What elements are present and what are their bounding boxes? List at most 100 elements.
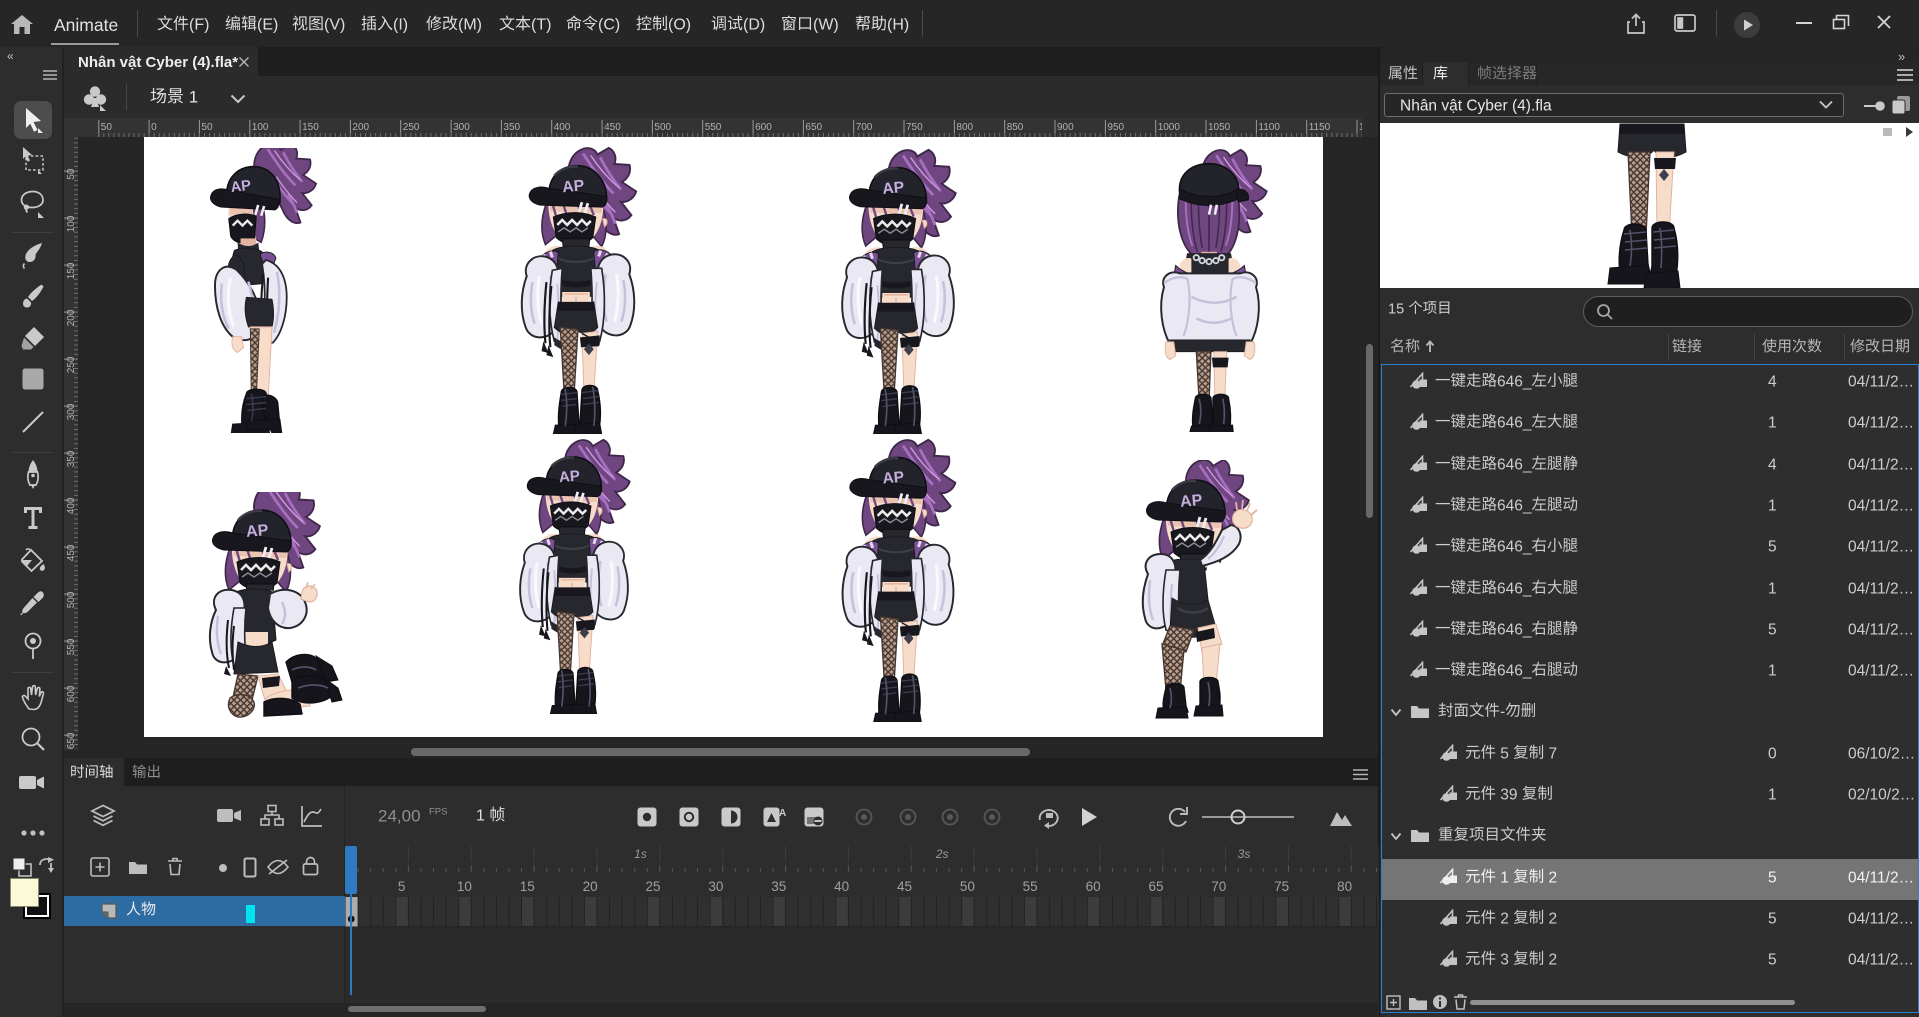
svg-text:3s: 3s <box>1237 847 1250 861</box>
svg-text:1000: 1000 <box>1158 122 1181 133</box>
svg-text:2: 2 <box>1496 910 1513 927</box>
svg-text:Nhân vật Cyber (4).fla: Nhân vật Cyber (4).fla <box>1400 97 1552 114</box>
svg-text:04/11/2…: 04/11/2… <box>1848 580 1914 597</box>
svg-text:1: 1 <box>1768 580 1777 597</box>
svg-text:646_: 646_ <box>1497 621 1532 638</box>
svg-text:646_: 646_ <box>1497 373 1532 390</box>
svg-text:1050: 1050 <box>1208 122 1231 133</box>
svg-text:646_: 646_ <box>1497 662 1532 679</box>
svg-text:(C): (C) <box>598 17 620 34</box>
svg-text:1: 1 <box>1496 869 1513 886</box>
svg-text:850: 850 <box>1007 122 1024 133</box>
svg-text:(M): (M) <box>458 17 482 34</box>
svg-text:600: 600 <box>755 122 772 133</box>
svg-text:(F): (F) <box>189 17 209 34</box>
svg-text:646_: 646_ <box>1497 415 1532 432</box>
svg-text:800: 800 <box>956 122 973 133</box>
svg-text:65: 65 <box>1148 879 1163 894</box>
svg-text:(H): (H) <box>887 17 909 34</box>
svg-text:646_: 646_ <box>1497 497 1532 514</box>
svg-text:0: 0 <box>151 122 157 133</box>
svg-text:1: 1 <box>1768 497 1777 514</box>
svg-text:1s: 1s <box>634 847 647 861</box>
svg-text:A: A <box>779 808 786 819</box>
svg-text:4: 4 <box>1768 373 1777 390</box>
svg-text:06/10/2…: 06/10/2… <box>1848 745 1915 762</box>
svg-text:(O): (O) <box>668 17 691 34</box>
svg-text:(W): (W) <box>813 17 839 34</box>
svg-text:700: 700 <box>856 122 873 133</box>
svg-text:350: 350 <box>503 122 520 133</box>
svg-text:200: 200 <box>352 122 369 133</box>
svg-text:750: 750 <box>906 122 923 133</box>
svg-text:02/10/2…: 02/10/2… <box>1848 786 1915 803</box>
svg-text:50: 50 <box>66 168 77 180</box>
svg-text:Nhân vật Cyber (4).fla*: Nhân vật Cyber (4).fla* <box>78 54 238 71</box>
svg-text:646_: 646_ <box>1497 538 1532 555</box>
svg-text:04/11/2…: 04/11/2… <box>1848 497 1914 514</box>
svg-text:1150: 1150 <box>1309 122 1331 133</box>
svg-text:10: 10 <box>456 879 471 894</box>
svg-text:04/11/2…: 04/11/2… <box>1848 869 1914 886</box>
svg-text:5: 5 <box>1768 910 1777 927</box>
svg-text:5: 5 <box>1768 869 1777 886</box>
svg-text:(E): (E) <box>257 17 278 34</box>
svg-text:450: 450 <box>604 122 621 133</box>
svg-text:1: 1 <box>1768 662 1777 679</box>
svg-text:04/11/2…: 04/11/2… <box>1848 415 1914 432</box>
svg-text:5: 5 <box>397 879 405 894</box>
svg-text:60: 60 <box>1085 879 1100 894</box>
svg-text:400: 400 <box>554 122 571 133</box>
svg-text:4: 4 <box>1768 456 1777 473</box>
svg-text:3: 3 <box>1496 951 1513 968</box>
svg-text:5: 5 <box>1768 538 1777 555</box>
svg-text:75: 75 <box>1274 879 1289 894</box>
svg-text:646_: 646_ <box>1497 580 1532 597</box>
svg-text:1100: 1100 <box>1258 122 1280 133</box>
svg-text:0: 0 <box>1768 745 1777 762</box>
svg-text:150: 150 <box>302 122 319 133</box>
svg-text:5: 5 <box>1768 621 1777 638</box>
svg-text:2: 2 <box>1544 910 1557 927</box>
svg-text:100: 100 <box>252 122 269 133</box>
svg-text:950: 950 <box>1107 122 1124 133</box>
svg-text:04/11/2…: 04/11/2… <box>1848 538 1914 555</box>
svg-text:550: 550 <box>705 122 722 133</box>
svg-text:04/11/2…: 04/11/2… <box>1848 951 1914 968</box>
svg-text:2s: 2s <box>934 847 948 861</box>
svg-text:70: 70 <box>1211 879 1226 894</box>
svg-text:50: 50 <box>959 879 974 894</box>
svg-text:(T): (T) <box>531 17 551 34</box>
svg-text:(D): (D) <box>743 17 765 34</box>
svg-text:Animate: Animate <box>54 15 118 35</box>
svg-text:1: 1 <box>1768 786 1777 803</box>
svg-text:35: 35 <box>771 879 786 894</box>
svg-text:04/11/2…: 04/11/2… <box>1848 910 1914 927</box>
svg-text:25: 25 <box>645 879 660 894</box>
svg-text:2: 2 <box>1544 951 1557 968</box>
svg-text:40: 40 <box>834 879 849 894</box>
svg-text:250: 250 <box>403 122 420 133</box>
svg-text:650: 650 <box>805 122 822 133</box>
svg-text:15: 15 <box>519 879 534 894</box>
svg-text:80: 80 <box>1337 879 1352 894</box>
svg-text:646_: 646_ <box>1497 456 1532 473</box>
svg-text:15: 15 <box>1388 301 1408 317</box>
svg-text:04/11/2…: 04/11/2… <box>1848 621 1914 638</box>
svg-text:300: 300 <box>453 122 470 133</box>
svg-text:500: 500 <box>654 122 671 133</box>
svg-text:24,00: 24,00 <box>378 807 421 826</box>
svg-text:-: - <box>1500 704 1505 721</box>
svg-text:7: 7 <box>1544 745 1557 762</box>
svg-text:45: 45 <box>897 879 912 894</box>
svg-text:30: 30 <box>708 879 723 894</box>
svg-text:2: 2 <box>1544 869 1557 886</box>
svg-text:04/11/2…: 04/11/2… <box>1848 662 1914 679</box>
svg-text:55: 55 <box>1022 879 1037 894</box>
svg-text:5: 5 <box>1496 745 1513 762</box>
svg-text:(V): (V) <box>324 17 345 34</box>
svg-text:50: 50 <box>101 122 113 133</box>
svg-text:(I): (I) <box>393 17 408 34</box>
svg-text:04/11/2…: 04/11/2… <box>1848 373 1914 390</box>
svg-text:1: 1 <box>1768 415 1777 432</box>
